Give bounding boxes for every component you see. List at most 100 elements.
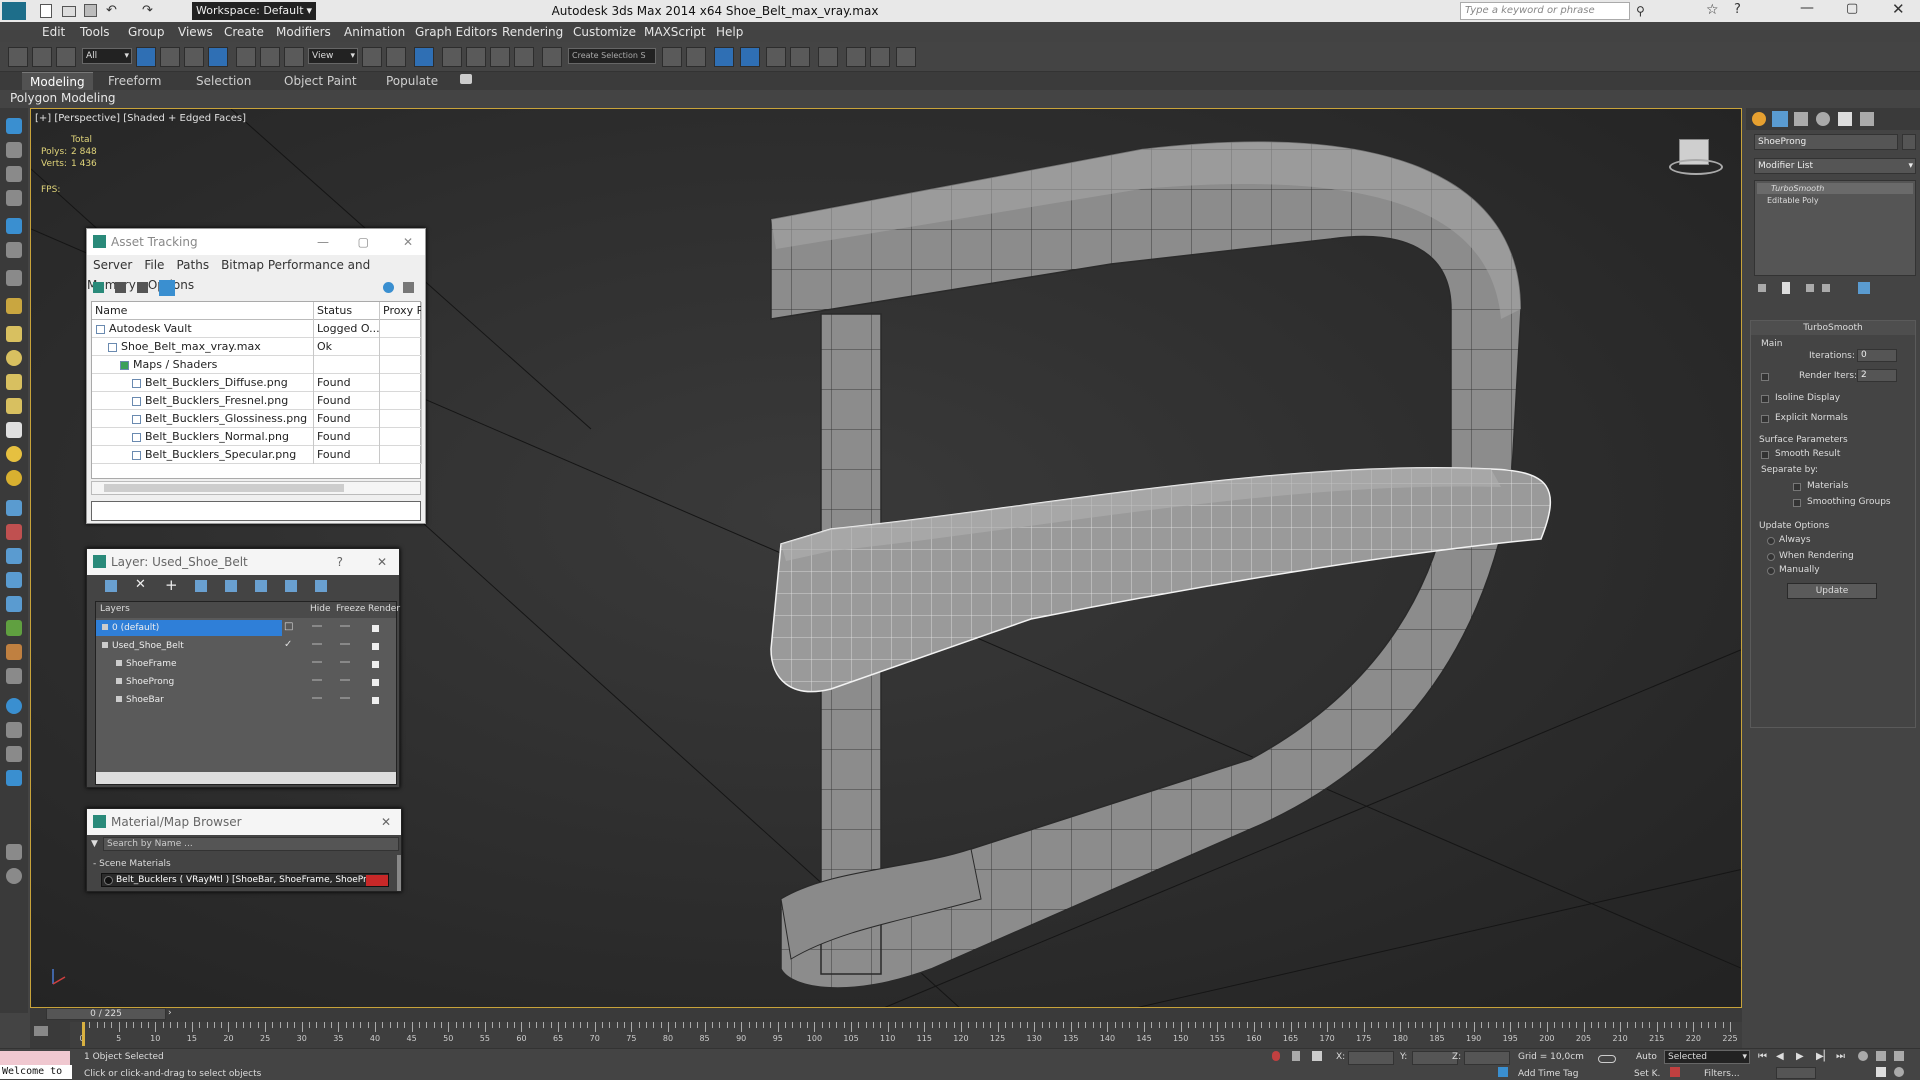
filters-button[interactable]: Filters...	[1704, 1069, 1740, 1079]
maxscript-listener[interactable]	[0, 1051, 70, 1065]
key-filters-icon[interactable]	[1670, 1067, 1680, 1077]
stack-item-editable-poly[interactable]: Editable Poly	[1757, 195, 1913, 206]
chevron-down-icon[interactable]: ▼	[91, 839, 98, 849]
freeze-toggle[interactable]	[340, 643, 350, 645]
menu-rendering[interactable]: Rendering	[502, 25, 563, 39]
time-cursor[interactable]	[82, 1022, 85, 1046]
keyboard-shortcut-override-icon[interactable]	[414, 47, 434, 67]
minimize-button[interactable]: —	[1800, 0, 1814, 16]
zoom-all-icon[interactable]	[1876, 1051, 1886, 1061]
always-radio[interactable]	[1767, 537, 1775, 545]
delete-layer-icon[interactable]: ✕	[135, 577, 146, 592]
table-row[interactable]: Shoe_Belt_max_vray.max Ok	[92, 338, 422, 356]
render-toggle-icon[interactable]	[372, 625, 379, 632]
close-icon[interactable]: ✕	[381, 809, 391, 835]
menu-maxscript[interactable]: MAXScript	[644, 25, 706, 39]
table-row[interactable]: Autodesk Vault Logged O...	[92, 320, 422, 338]
help-button[interactable]: ?	[337, 549, 343, 575]
freeze-toggle[interactable]	[340, 679, 350, 681]
star-icon[interactable]: ☆	[1706, 2, 1719, 18]
auto-key-button[interactable]: Auto	[1636, 1052, 1657, 1062]
material-scrollbar[interactable]	[397, 855, 401, 891]
menu-server[interactable]: Server	[93, 258, 132, 272]
column-render[interactable]: Render	[368, 604, 400, 614]
display-tab-icon[interactable]	[1838, 112, 1852, 126]
current-frame-field[interactable]	[1776, 1067, 1816, 1079]
menu-animation[interactable]: Animation	[344, 25, 405, 39]
tab-populate[interactable]: Populate	[386, 74, 438, 88]
menu-help[interactable]: Help	[716, 25, 743, 39]
camera-icon[interactable]	[6, 270, 22, 286]
sphere-icon[interactable]	[6, 350, 22, 366]
modify-icon[interactable]	[6, 142, 22, 158]
column-freeze[interactable]: Freeze	[336, 604, 365, 614]
prev-frame-icon[interactable]: ◀	[1776, 1051, 1784, 1062]
hide-toggle[interactable]	[312, 643, 322, 645]
hide-toggle[interactable]	[312, 661, 322, 663]
motion-tab-icon[interactable]	[1816, 112, 1830, 126]
scale-icon[interactable]	[284, 47, 304, 67]
remove-modifier-icon[interactable]	[1822, 284, 1830, 292]
snaps-toggle-icon[interactable]	[442, 47, 462, 67]
current-layer-box-icon[interactable]: □	[284, 621, 293, 632]
bones-icon[interactable]	[6, 644, 22, 660]
object-color-swatch[interactable]	[1902, 134, 1916, 150]
hierarchy-icon[interactable]	[6, 166, 22, 182]
select-object-icon[interactable]	[136, 47, 156, 67]
rectangular-selection-icon[interactable]	[184, 47, 204, 67]
tab-freeform[interactable]: Freeform	[108, 74, 161, 88]
render-toggle-icon[interactable]	[372, 679, 379, 686]
horizontal-scrollbar[interactable]	[91, 481, 421, 495]
zoom-icon[interactable]	[1858, 1051, 1868, 1061]
rollout-header[interactable]: TurboSmooth	[1751, 321, 1915, 335]
column-status[interactable]: Status	[314, 302, 380, 320]
display-icon[interactable]	[6, 218, 22, 234]
goto-start-icon[interactable]: ⏮	[1758, 1051, 1767, 1062]
geosphere-icon[interactable]	[6, 470, 22, 486]
align-icon[interactable]	[686, 47, 706, 67]
menu-graph-editors[interactable]: Graph Editors	[415, 25, 497, 39]
render-toggle-icon[interactable]	[372, 661, 379, 668]
iterations-spinner[interactable]: 0	[1857, 349, 1897, 362]
material-search-input[interactable]: Search by Name ...	[103, 837, 399, 851]
polygon-modeling-panel[interactable]: Polygon Modeling	[10, 91, 116, 107]
refresh-icon[interactable]	[93, 282, 104, 293]
biped-icon[interactable]	[6, 620, 22, 636]
absolute-mode-icon[interactable]	[1312, 1051, 1322, 1061]
column-name[interactable]: Name	[92, 302, 314, 320]
stack-item-turbosmooth[interactable]: TurboSmooth	[1757, 183, 1913, 194]
menu-modifiers[interactable]: Modifiers	[276, 25, 331, 39]
table-row[interactable]: Maps / Shaders	[92, 356, 422, 374]
close-icon[interactable]: ✕	[403, 229, 413, 255]
current-layer-check-icon[interactable]: ✓	[284, 639, 292, 650]
table-row[interactable]: Belt_Bucklers_Specular.png Found	[92, 446, 422, 464]
hide-toggle[interactable]	[312, 697, 322, 699]
material-sphere-icon[interactable]	[6, 698, 22, 714]
table-row[interactable]: Belt_Bucklers_Fresnel.png Found	[92, 392, 422, 410]
time-tag-icon[interactable]	[1498, 1067, 1508, 1077]
render-iters-spinner[interactable]: 2	[1857, 369, 1897, 382]
column-proxy[interactable]: Proxy Re	[380, 302, 422, 320]
render-production-icon[interactable]	[896, 47, 916, 67]
update-button[interactable]: Update	[1787, 583, 1877, 599]
layers-icon[interactable]	[6, 844, 22, 860]
viewport-label[interactable]: [+] [Perspective] [Shaded + Edged Faces]	[35, 113, 246, 124]
cylinder-icon[interactable]	[6, 374, 22, 390]
scene-explorer-icon[interactable]	[6, 668, 22, 684]
configure-modifier-sets-icon[interactable]	[1858, 282, 1870, 294]
table-row[interactable]: Belt_Bucklers_Diffuse.png Found	[92, 374, 422, 392]
settings-icon[interactable]	[403, 282, 414, 293]
layer-panel-titlebar[interactable]: Layer: Used_Shoe_Belt ? ✕	[87, 549, 399, 575]
sun-icon[interactable]	[6, 446, 22, 462]
menu-customize[interactable]: Customize	[573, 25, 636, 39]
maximize-icon[interactable]: ▢	[358, 229, 369, 255]
material-editor-icon[interactable]	[818, 47, 838, 67]
menu-group[interactable]: Group	[128, 25, 165, 39]
curve-editor-icon[interactable]	[766, 47, 786, 67]
spacewarp-icon[interactable]	[6, 524, 22, 540]
select-in-layer-icon[interactable]	[195, 580, 207, 592]
materials-checkbox[interactable]	[1793, 483, 1801, 491]
layer-row[interactable]: ShoeFrame	[96, 656, 396, 672]
search-input[interactable]: Type a keyword or phrase	[1460, 2, 1630, 20]
goto-end-icon[interactable]: ⏭	[1836, 1051, 1845, 1062]
